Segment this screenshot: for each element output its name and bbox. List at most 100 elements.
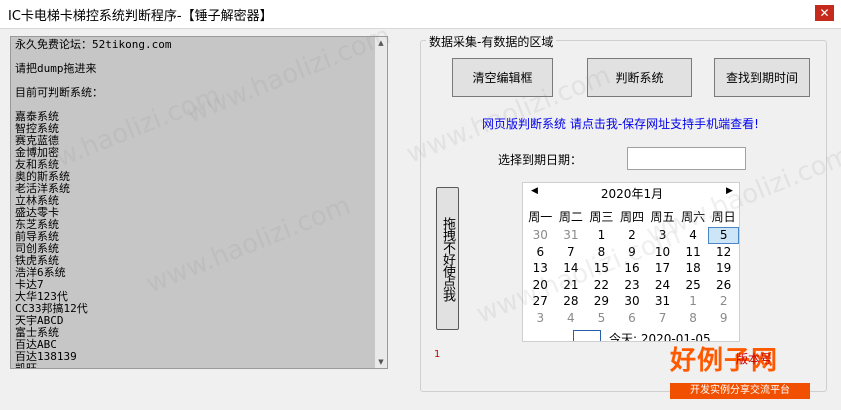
calendar-day[interactable]: 14 <box>556 260 587 277</box>
today-marker-icon <box>573 330 601 341</box>
text-area-line: 嘉泰系统 <box>15 110 59 123</box>
clear-edit-button[interactable]: 清空编辑框 <box>452 58 553 97</box>
calendar-day[interactable]: 6 <box>525 244 556 261</box>
expiry-date-label: 选择到期日期： <box>498 153 583 167</box>
calendar-week-row: 27 28 29 30 31 1 2 <box>525 293 739 310</box>
calendar-day[interactable]: 27 <box>525 293 556 310</box>
month-calendar[interactable]: ◀ 2020年1月 ▶ 周一 周二 周三 周四 周五 周六 周日 30 31 1 2 3 4 5 6 7 8 9… <box>522 182 740 342</box>
calendar-day[interactable]: 9 <box>617 244 648 261</box>
title-bar: IC卡电梯卡梯控系统判断程序-【锤子解密器】 ✕ <box>0 0 841 29</box>
text-area-line: 富士系统 <box>15 326 59 339</box>
calendar-week-row: 20 21 22 23 24 25 26 <box>525 277 739 294</box>
calendar-day[interactable]: 4 <box>556 310 587 327</box>
text-area-line: 浩洋6系统 <box>15 266 66 279</box>
calendar-day[interactable]: 11 <box>678 244 709 261</box>
weekday-label: 周三 <box>589 210 614 224</box>
calendar-week-row: 30 31 1 2 3 4 5 <box>525 227 739 244</box>
calendar-day[interactable]: 2 <box>708 293 739 310</box>
text-area-line: 天宇ABCD <box>15 314 64 327</box>
calendar-day[interactable]: 3 <box>647 227 678 244</box>
text-area-line: 盛达零卡 <box>15 206 59 219</box>
text-area-line: 永久免费论坛：52tikong.com <box>15 38 172 51</box>
calendar-day[interactable]: 7 <box>556 244 587 261</box>
text-area-line: 凯旺 <box>15 362 37 369</box>
calendar-day[interactable]: 17 <box>647 260 678 277</box>
calendar-day[interactable]: 24 <box>647 277 678 294</box>
text-area-line: 前导系统 <box>15 230 59 243</box>
watermark-slogan: 开发实例分享交流平台 <box>670 383 810 399</box>
calendar-day[interactable]: 16 <box>617 260 648 277</box>
calendar-day[interactable]: 6 <box>617 310 648 327</box>
calendar-day-grid[interactable]: 30 31 1 2 3 4 5 6 7 8 9 10 11 12 13 14 15 16 17 18 19 20 21 22 2… <box>525 227 739 326</box>
text-area-line: 东芝系统 <box>15 218 59 231</box>
calendar-day[interactable]: 25 <box>678 277 709 294</box>
group-label: 数据采集-有数据的区域 <box>426 33 557 50</box>
calendar-day[interactable]: 8 <box>586 244 617 261</box>
calendar-day-selected[interactable]: 5 <box>708 227 739 244</box>
dump-text-area[interactable]: 永久免费论坛：52tikong.com 请把dump拖进来 目前可判断系统： 嘉泰系统… <box>10 36 388 369</box>
calendar-week-row: 13 14 15 16 17 18 19 <box>525 260 739 277</box>
calendar-day[interactable]: 30 <box>525 227 556 244</box>
scroll-up-icon[interactable]: ▲ <box>375 37 387 49</box>
text-area-line: 赛克蓝德 <box>15 134 59 147</box>
calendar-day[interactable]: 22 <box>586 277 617 294</box>
text-area-line <box>15 99 375 111</box>
calendar-day[interactable]: 19 <box>708 260 739 277</box>
judge-system-button[interactable]: 判断系统 <box>587 58 692 97</box>
calendar-day[interactable]: 13 <box>525 260 556 277</box>
weekday-label: 周六 <box>681 210 706 224</box>
weekday-label: 周四 <box>619 210 644 224</box>
calendar-day[interactable]: 5 <box>586 310 617 327</box>
weekday-header: 周一 周二 周三 周四 周五 周六 周日 <box>525 208 739 225</box>
weekday-label: 周五 <box>650 210 675 224</box>
calendar-day[interactable]: 7 <box>647 310 678 327</box>
find-expiry-button[interactable]: 查找到期时间 <box>714 58 810 97</box>
text-area-line: CC33邦搞12代 <box>15 302 88 315</box>
expiry-date-input[interactable] <box>627 147 746 170</box>
scroll-down-icon[interactable]: ▼ <box>375 356 387 368</box>
next-month-icon[interactable]: ▶ <box>726 186 733 196</box>
calendar-day[interactable]: 31 <box>647 293 678 310</box>
calendar-day[interactable]: 1 <box>678 293 709 310</box>
text-area-line: 目前可判断系统： <box>15 86 103 99</box>
calendar-day[interactable]: 15 <box>586 260 617 277</box>
calendar-day[interactable]: 12 <box>708 244 739 261</box>
calendar-day[interactable]: 31 <box>556 227 587 244</box>
calendar-day[interactable]: 10 <box>647 244 678 261</box>
weekday-label: 周二 <box>558 210 583 224</box>
calendar-day[interactable]: 21 <box>556 277 587 294</box>
calendar-day[interactable]: 28 <box>556 293 587 310</box>
calendar-day[interactable]: 9 <box>708 310 739 327</box>
text-area-line: 金博加密 <box>15 146 59 159</box>
weekday-label: 周一 <box>528 210 553 224</box>
text-area-line: 智控系统 <box>15 122 59 135</box>
text-area-line: 立林系统 <box>15 194 59 207</box>
text-area-line: 卡达7 <box>15 278 44 291</box>
calendar-month-title[interactable]: 2020年1月 <box>523 185 739 202</box>
text-area-line: 百达138139 <box>15 350 77 363</box>
close-button[interactable]: ✕ <box>815 5 834 21</box>
calendar-day[interactable]: 26 <box>708 277 739 294</box>
text-area-line: 铁虎系统 <box>15 254 59 267</box>
calendar-day[interactable]: 29 <box>586 293 617 310</box>
calendar-day[interactable]: 1 <box>586 227 617 244</box>
calendar-day[interactable]: 18 <box>678 260 709 277</box>
calendar-week-row: 6 7 8 9 10 11 12 <box>525 244 739 261</box>
drag-help-button[interactable]: 拖拽不好使点我 <box>436 187 459 330</box>
calendar-day[interactable]: 3 <box>525 310 556 327</box>
version-label: 版本号 <box>736 352 773 366</box>
text-area-content: 永久免费论坛：52tikong.com 请把dump拖进来 目前可判断系统： 嘉泰系统… <box>15 39 375 369</box>
calendar-day[interactable]: 20 <box>525 277 556 294</box>
calendar-day[interactable]: 30 <box>617 293 648 310</box>
calendar-day[interactable]: 23 <box>617 277 648 294</box>
text-area-line: 司创系统 <box>15 242 59 255</box>
calendar-week-row: 3456789 <box>525 310 739 327</box>
weekday-label: 周日 <box>711 210 736 224</box>
vertical-scrollbar[interactable]: ▲ ▼ <box>375 37 387 368</box>
window-title: IC卡电梯卡梯控系统判断程序-【锤子解密器】 <box>8 9 273 24</box>
calendar-day[interactable]: 8 <box>678 310 709 327</box>
text-area-line: 请把dump拖进来 <box>15 62 97 75</box>
calendar-day[interactable]: 2 <box>617 227 648 244</box>
web-version-link[interactable]: 网页版判断系统 请点击我-保存网址支持手机端查看! <box>482 115 759 132</box>
calendar-day[interactable]: 4 <box>678 227 709 244</box>
